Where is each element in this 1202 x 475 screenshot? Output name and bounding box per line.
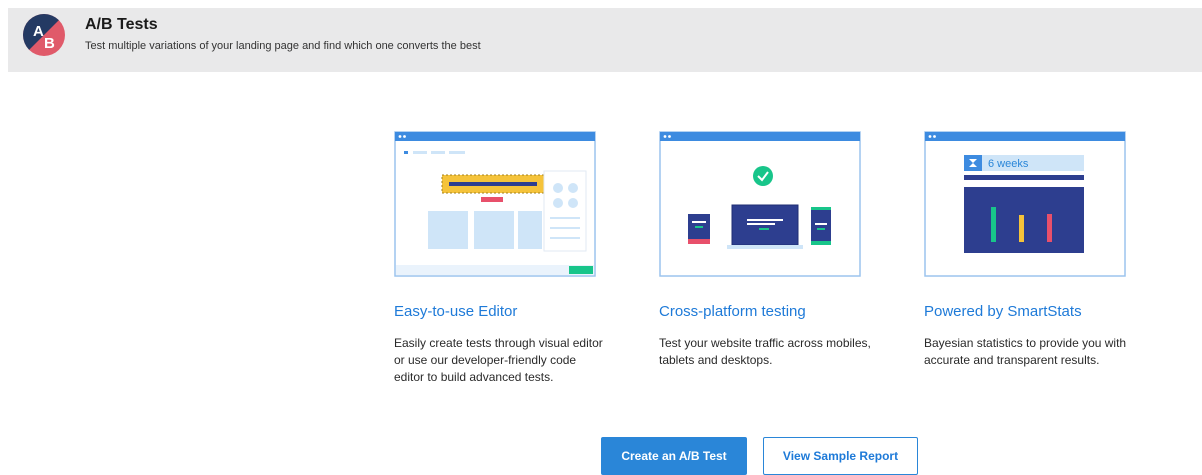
feature-smartstats: 6 weeks Powered by SmartStats Bayesian s…: [924, 131, 1134, 367]
create-ab-test-button[interactable]: Create an A/B Test: [601, 437, 747, 475]
feature-title: Cross-platform testing: [659, 303, 806, 320]
devices-illustration-icon: [659, 131, 861, 277]
feature-description: Easily create tests through visual edito…: [394, 336, 603, 384]
stat-bar: [1047, 214, 1052, 242]
page-header: A B A/B Tests Test multiple variations o…: [8, 8, 1202, 72]
feature-description: Test your website traffic across mobiles…: [659, 336, 871, 367]
stat-bar: [1019, 215, 1024, 242]
ab-test-logo-icon: A B: [23, 14, 65, 56]
feature-editor: Easy-to-use Editor Easily create tests t…: [394, 131, 604, 384]
view-sample-report-button[interactable]: View Sample Report: [763, 437, 918, 475]
stat-bar: [991, 207, 996, 242]
page-title: A/B Tests: [85, 16, 158, 33]
feature-description: Bayesian statistics to provide you with …: [924, 336, 1127, 367]
check-icon: [753, 166, 773, 186]
feature-cross-platform: Cross-platform testing Test your website…: [659, 131, 871, 367]
feature-title: Easy-to-use Editor: [394, 303, 518, 320]
feature-title: Powered by SmartStats: [924, 303, 1082, 320]
logo-letter-b: B: [44, 35, 55, 52]
visual-editor-illustration-icon: [394, 131, 596, 277]
smartstats-illustration-icon: 6 weeks: [924, 131, 1126, 277]
logo-letter-a: A: [33, 23, 44, 40]
duration-label: 6 weeks: [988, 158, 1029, 170]
page-subtitle: Test multiple variations of your landing…: [85, 40, 481, 52]
